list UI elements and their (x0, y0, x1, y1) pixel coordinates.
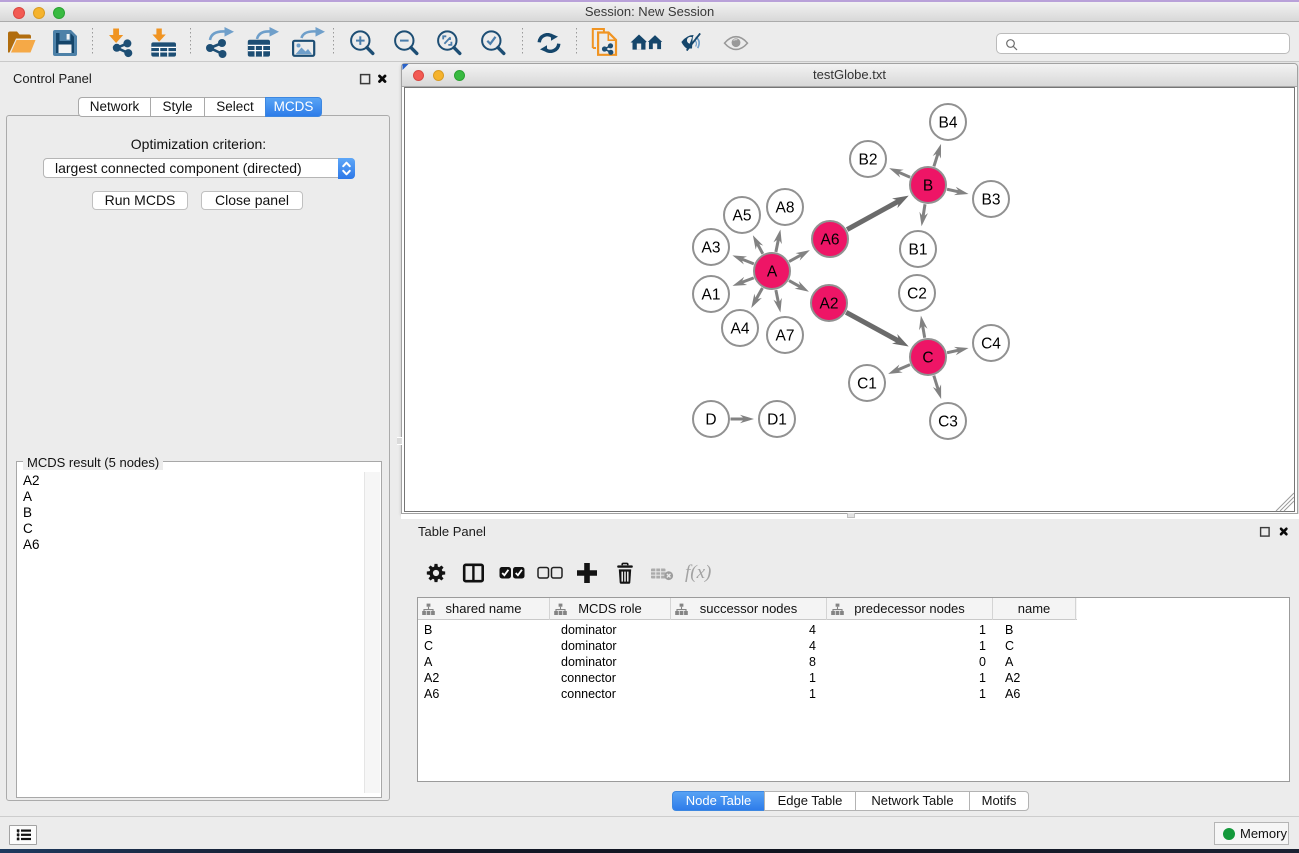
svg-text:B4: B4 (939, 115, 958, 132)
svg-text:A5: A5 (733, 208, 752, 225)
svg-text:A6: A6 (821, 232, 840, 249)
svg-text:A2: A2 (820, 296, 839, 313)
svg-text:D: D (705, 412, 716, 429)
svg-text:C3: C3 (938, 414, 958, 431)
svg-text:C4: C4 (981, 336, 1001, 353)
svg-text:A4: A4 (731, 321, 750, 338)
svg-text:A1: A1 (702, 287, 721, 304)
svg-text:C1: C1 (857, 376, 877, 393)
svg-text:B3: B3 (982, 192, 1001, 209)
svg-text:A3: A3 (702, 240, 721, 257)
svg-text:A8: A8 (776, 200, 795, 217)
svg-text:B2: B2 (859, 152, 878, 169)
svg-text:A7: A7 (776, 328, 795, 345)
svg-text:C2: C2 (907, 286, 927, 303)
svg-text:B1: B1 (909, 242, 928, 259)
svg-text:D1: D1 (767, 412, 787, 429)
svg-text:C: C (922, 350, 933, 367)
svg-text:A: A (767, 264, 778, 281)
svg-text:B: B (923, 178, 933, 195)
